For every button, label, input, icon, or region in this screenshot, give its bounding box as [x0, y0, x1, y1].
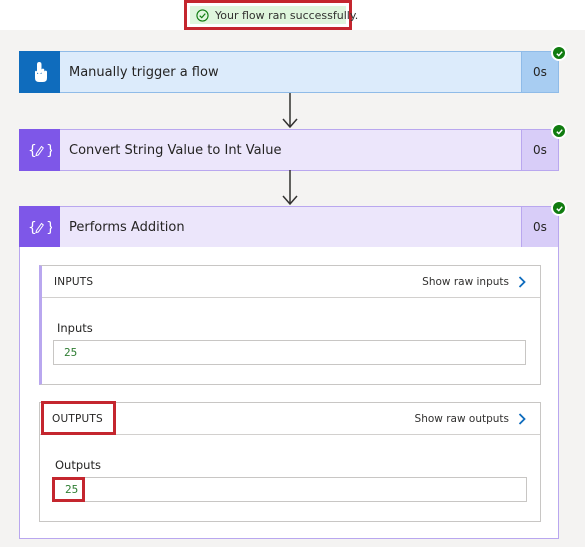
success-message: Your flow ran successfully.: [215, 8, 359, 22]
arrow-down-icon: [282, 170, 298, 206]
success-banner: Your flow ran successfully.: [190, 6, 358, 24]
inputs-field-label: Inputs: [57, 321, 93, 335]
success-check-icon: [551, 200, 567, 216]
step-convert-string[interactable]: { } Convert String Value to Int Value 0s: [19, 123, 567, 171]
inputs-value-box: 25: [53, 340, 526, 365]
show-raw-outputs-link[interactable]: Show raw outputs: [415, 413, 526, 425]
step-title: Manually trigger a flow: [60, 51, 521, 93]
success-check-icon: [551, 45, 567, 61]
svg-text:}: }: [46, 220, 52, 236]
inputs-header-label: INPUTS: [54, 275, 94, 288]
success-check-icon: [551, 123, 567, 139]
success-banner-highlight: Your flow ran successfully.: [184, 0, 358, 30]
show-raw-outputs-label: Show raw outputs: [414, 412, 509, 425]
compose-icon: { }: [28, 220, 52, 236]
outputs-header-highlight: [41, 401, 116, 435]
step-performs-addition[interactable]: { } Performs Addition 0s: [19, 200, 567, 248]
step-detail-panel: INPUTS Show raw inputs Inputs 25 OUTPUTS…: [19, 247, 559, 539]
svg-text:}: }: [46, 143, 52, 159]
inputs-header: INPUTS Show raw inputs: [42, 266, 540, 298]
outputs-value-highlight: [52, 477, 85, 502]
arrow-down-icon: [282, 93, 298, 129]
touch-icon: [34, 62, 47, 82]
step-title: Performs Addition: [60, 206, 521, 248]
step-title: Convert String Value to Int Value: [60, 129, 521, 171]
success-check-icon: [196, 8, 209, 22]
compose-icon: { }: [28, 143, 52, 159]
chevron-right-icon: [518, 412, 526, 425]
show-raw-inputs-link[interactable]: Show raw inputs: [422, 276, 526, 288]
inputs-section: INPUTS Show raw inputs Inputs 25: [39, 265, 541, 385]
outputs-value-box: 25: [54, 477, 527, 502]
svg-text:{: {: [28, 220, 37, 236]
step-manually-trigger[interactable]: Manually trigger a flow 0s: [19, 45, 567, 93]
show-raw-inputs-label: Show raw inputs: [422, 275, 509, 288]
outputs-field-label: Outputs: [55, 458, 101, 472]
svg-text:{: {: [28, 143, 37, 159]
chevron-right-icon: [518, 275, 526, 288]
